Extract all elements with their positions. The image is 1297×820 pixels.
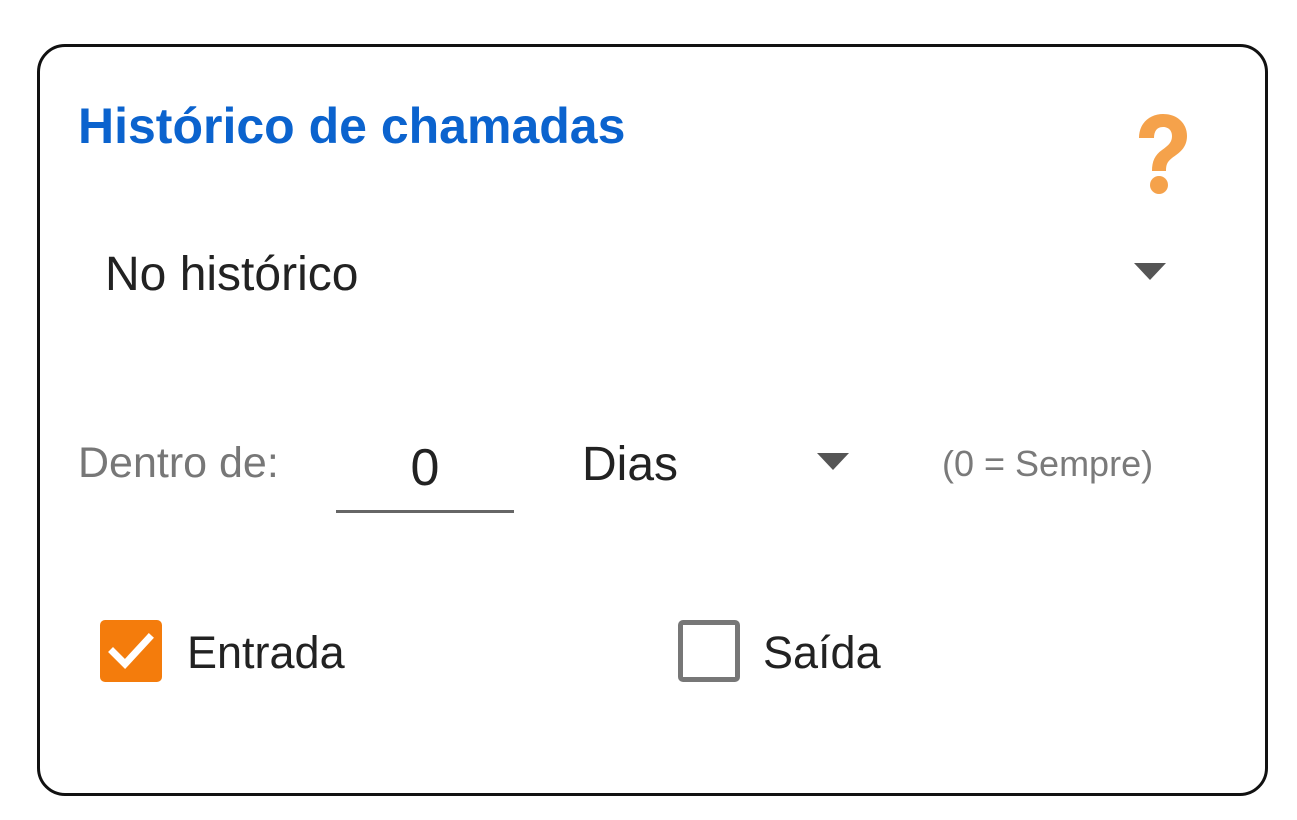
outgoing-calls-checkbox[interactable]: Saída bbox=[678, 620, 938, 686]
time-unit-value: Dias bbox=[582, 438, 679, 491]
checkbox-unchecked-icon[interactable] bbox=[678, 620, 740, 682]
incoming-calls-checkbox[interactable]: Entrada bbox=[100, 620, 400, 686]
question-mark-icon[interactable] bbox=[1127, 108, 1193, 198]
outgoing-calls-label: Saída bbox=[763, 627, 881, 678]
incoming-calls-label: Entrada bbox=[187, 627, 345, 678]
checkbox-checked-icon[interactable] bbox=[100, 620, 162, 682]
time-unit-dropdown[interactable]: Dias bbox=[582, 430, 857, 500]
chevron-down-icon bbox=[1134, 263, 1166, 280]
chevron-down-icon bbox=[817, 453, 849, 470]
days-count-input[interactable] bbox=[336, 426, 514, 513]
within-label: Dentro de: bbox=[78, 439, 279, 487]
history-mode-value: No histórico bbox=[105, 248, 359, 301]
card-title: Histórico de chamadas bbox=[78, 98, 626, 154]
history-mode-dropdown[interactable]: No histórico bbox=[105, 240, 1180, 310]
zero-means-always-hint: (0 = Sempre) bbox=[942, 443, 1154, 484]
